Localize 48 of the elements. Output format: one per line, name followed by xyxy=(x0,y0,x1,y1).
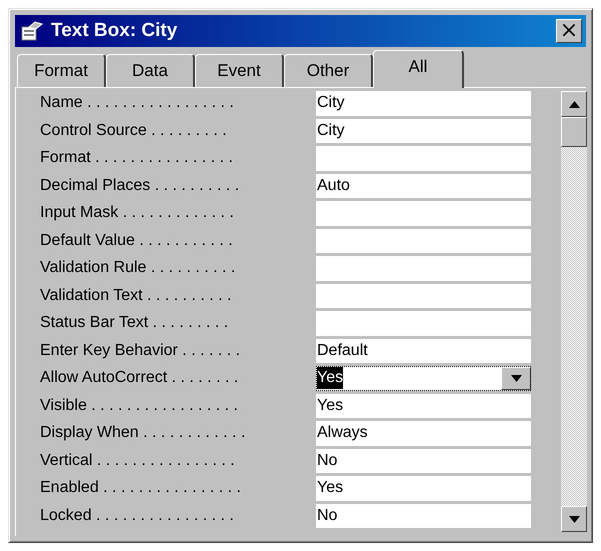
property-label: Enter Key Behavior . . . . . . . xyxy=(39,340,242,360)
arrow-up-icon xyxy=(568,100,580,108)
arrow-down-icon xyxy=(568,516,580,522)
property-label: Input Mask . . . . . . . . . . . . . xyxy=(39,203,235,223)
property-value-field[interactable] xyxy=(316,256,531,280)
property-label: Default Value . . . . . . . . . . . xyxy=(39,230,234,250)
property-label: Visible . . . . . . . . . . . . . . . . . xyxy=(39,396,239,416)
property-value-field[interactable]: Always xyxy=(316,421,531,446)
property-label: Format . . . . . . . . . . . . . . . . xyxy=(39,148,234,168)
tab[interactable]: Data xyxy=(106,54,195,87)
property-value-field[interactable]: No xyxy=(316,504,531,528)
property-value-field[interactable] xyxy=(316,311,531,336)
property-value-field[interactable]: City xyxy=(316,91,531,116)
tab[interactable]: Format xyxy=(17,54,106,87)
property-label: Control Source . . . . . . . . . xyxy=(39,120,228,140)
tab[interactable]: Other xyxy=(284,54,373,87)
property-value-field[interactable] xyxy=(316,201,531,226)
property-value-field[interactable]: Default xyxy=(316,338,531,363)
property-value-field[interactable] xyxy=(316,284,531,308)
property-label: Validation Rule . . . . . . . . . . xyxy=(39,258,236,278)
property-label: Validation Text . . . . . . . . . . xyxy=(39,286,232,306)
tab[interactable]: Event xyxy=(195,54,284,87)
scroll-thumb[interactable] xyxy=(561,117,587,147)
property-value-field[interactable]: No xyxy=(316,448,531,473)
caret-icon xyxy=(510,374,522,382)
dropdown-button[interactable] xyxy=(501,366,531,390)
property-label: Allow AutoCorrect . . . . . . . . xyxy=(39,368,240,388)
property-value-field[interactable] xyxy=(316,228,531,253)
property-label: Status Bar Text . . . . . . . . . xyxy=(39,313,230,333)
scrollbar[interactable] xyxy=(561,91,587,532)
window-title: Text Box: City xyxy=(51,20,178,42)
property-label: Enabled . . . . . . . . . . . . . . . . xyxy=(39,478,242,498)
property-label: Name . . . . . . . . . . . . . . . . . xyxy=(39,93,235,113)
property-label: Decimal Places . . . . . . . . . . xyxy=(39,176,240,196)
scroll-up-button[interactable] xyxy=(561,91,587,117)
property-value-field[interactable] xyxy=(316,146,531,170)
property-value-field[interactable]: Auto xyxy=(316,174,531,198)
close-button[interactable]: × xyxy=(556,19,582,43)
property-label: Vertical . . . . . . . . . . . . . . . . xyxy=(39,450,236,470)
property-value-field[interactable]: Yes xyxy=(316,394,531,418)
tab[interactable]: All xyxy=(373,50,464,88)
property-label: Locked . . . . . . . . . . . . . . . . xyxy=(39,506,235,526)
properties-icon xyxy=(21,21,43,41)
property-value-field[interactable]: Yes xyxy=(316,476,531,500)
property-value-field[interactable]: Yes xyxy=(316,366,531,390)
property-value-field[interactable]: City xyxy=(316,118,531,143)
property-label: Display When . . . . . . . . . . . . xyxy=(39,423,246,443)
scroll-down-button[interactable] xyxy=(561,506,587,532)
